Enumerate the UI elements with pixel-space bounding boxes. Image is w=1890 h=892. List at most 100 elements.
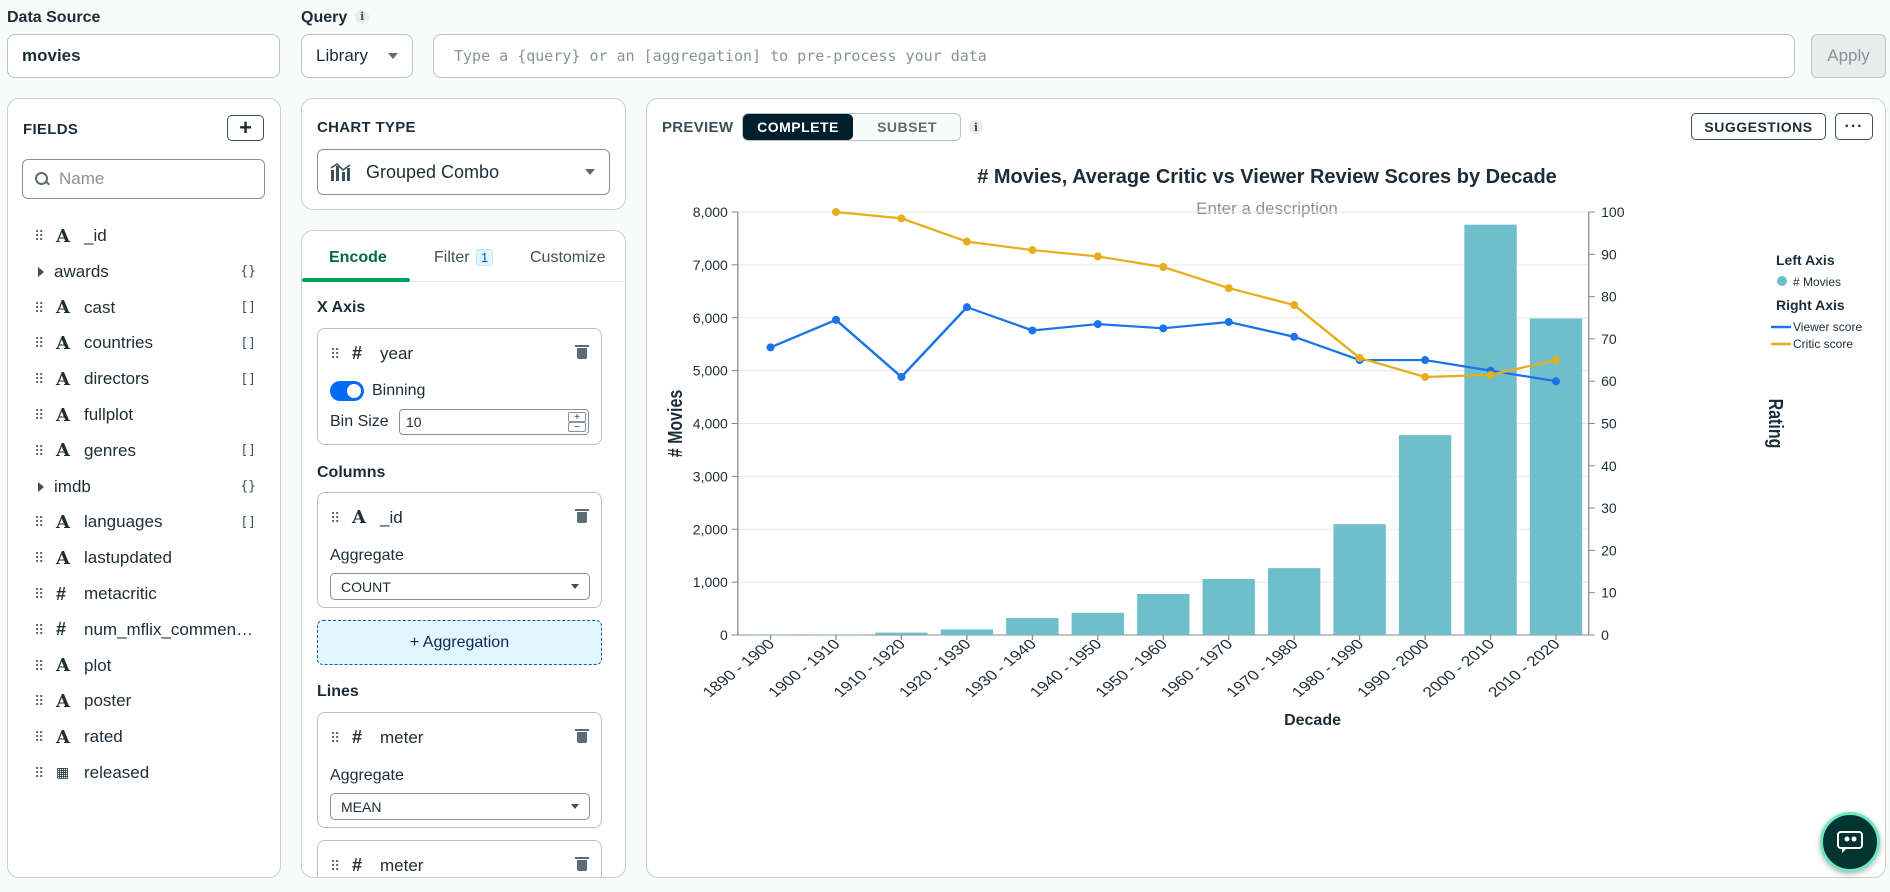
- field-name: num_mflix_commen…: [84, 619, 254, 639]
- drag-handle-icon[interactable]: ⠿: [34, 408, 44, 422]
- info-icon[interactable]: i: [355, 9, 370, 24]
- query-placeholder: Type a {query} or an [aggregation] to pr…: [454, 47, 987, 65]
- expand-arrow-icon[interactable]: [38, 266, 44, 277]
- number-type-icon: #: [56, 583, 67, 604]
- legend-right-title: Right Axis: [1776, 297, 1845, 313]
- stepper-down-icon[interactable]: −: [568, 422, 586, 433]
- drag-handle-icon[interactable]: ⠿: [34, 336, 44, 350]
- y-tick-label: 6,000: [693, 310, 728, 326]
- query-input[interactable]: Type a {query} or an [aggregation] to pr…: [433, 34, 1795, 78]
- string-type-icon: A: [352, 507, 366, 528]
- point-viewer-score: [766, 343, 775, 352]
- column-aggregate-value: COUNT: [341, 578, 391, 595]
- column-field-chip[interactable]: ⠿ A _id: [330, 507, 403, 528]
- field-item[interactable]: ⠿ Aplot: [34, 653, 264, 679]
- stepper-up-icon[interactable]: +: [568, 412, 586, 423]
- field-item[interactable]: ⠿ Agenres []: [34, 438, 264, 464]
- point-critic-score: [1551, 356, 1560, 365]
- line2-field-chip[interactable]: ⠿ # meter: [330, 855, 423, 876]
- legend-label-viewer: Viewer score: [1793, 320, 1862, 334]
- line1-field-chip[interactable]: ⠿ # meter: [330, 727, 423, 748]
- trash-icon[interactable]: [575, 855, 589, 871]
- field-search-input[interactable]: Name: [22, 159, 265, 199]
- x-field-name: year: [380, 343, 414, 363]
- drag-handle-icon[interactable]: ⠿: [330, 347, 340, 361]
- add-field-button[interactable]: +: [227, 115, 264, 141]
- bar-movies: [1071, 612, 1124, 635]
- y-axis-title: # Movies: [664, 390, 686, 458]
- field-item[interactable]: imdb {}: [34, 474, 264, 500]
- field-item[interactable]: ⠿ Aposter: [34, 688, 264, 714]
- x-field-chip[interactable]: ⠿ # year: [330, 343, 413, 364]
- field-item[interactable]: ⠿ Alastupdated: [34, 545, 264, 571]
- trash-icon[interactable]: [575, 727, 589, 743]
- chat-assistant-button[interactable]: [1820, 812, 1880, 872]
- field-item[interactable]: ⠿ Afullplot: [34, 402, 264, 428]
- tab-filter[interactable]: Filter 1: [434, 249, 494, 267]
- field-item[interactable]: ⠿ Arated: [34, 724, 264, 750]
- tab-encode[interactable]: Encode: [329, 249, 387, 267]
- drag-handle-icon[interactable]: ⠿: [34, 766, 44, 780]
- drag-handle-icon[interactable]: ⠿: [34, 551, 44, 565]
- legend-label-movies: # Movies: [1793, 275, 1841, 289]
- bar-movies: [1398, 435, 1452, 635]
- line1-aggregate-select[interactable]: MEAN: [330, 793, 590, 820]
- string-type-icon: A: [56, 690, 70, 712]
- expand-arrow-icon[interactable]: [38, 481, 44, 492]
- drag-handle-icon[interactable]: ⠿: [34, 229, 44, 243]
- field-item[interactable]: awards {}: [34, 259, 264, 285]
- drag-handle-icon[interactable]: ⠿: [34, 730, 44, 744]
- point-critic-score: [1486, 370, 1495, 379]
- chart-type-panel: CHART TYPE Grouped Combo: [301, 98, 626, 210]
- field-item[interactable]: ⠿ Acountries []: [34, 330, 264, 356]
- y2-tick-label: 30: [1601, 500, 1617, 516]
- point-viewer-score: [1421, 356, 1430, 365]
- chevron-down-icon: [585, 169, 595, 175]
- y2-tick-label: 80: [1601, 289, 1617, 305]
- trash-icon[interactable]: [575, 507, 589, 523]
- trash-icon[interactable]: [575, 343, 589, 359]
- chart-type-select[interactable]: Grouped Combo: [317, 149, 610, 195]
- apply-button[interactable]: Apply: [1811, 34, 1886, 78]
- chat-icon: [1837, 831, 1863, 853]
- data-source-input[interactable]: movies: [7, 34, 280, 78]
- drag-handle-icon[interactable]: ⠿: [330, 511, 340, 525]
- field-name: metacritic: [84, 584, 157, 603]
- chart-type-title: CHART TYPE: [317, 119, 416, 136]
- drag-handle-icon[interactable]: ⠿: [34, 301, 44, 315]
- y2-tick-label: 90: [1601, 246, 1617, 262]
- drag-handle-icon[interactable]: ⠿: [34, 444, 44, 458]
- field-item[interactable]: ⠿ A _id: [34, 223, 264, 249]
- y2-tick-label: 70: [1601, 331, 1617, 347]
- query-mode-select[interactable]: Library: [301, 34, 413, 78]
- column-aggregate-select[interactable]: COUNT: [330, 573, 590, 600]
- bin-size-input[interactable]: 10 + −: [399, 409, 589, 435]
- field-item[interactable]: ⠿ # metacritic: [34, 581, 264, 607]
- field-item[interactable]: ⠿ Adirectors []: [34, 366, 264, 392]
- drag-handle-icon[interactable]: ⠿: [34, 515, 44, 529]
- field-name: imdb: [54, 476, 91, 496]
- y2-tick-label: 50: [1601, 416, 1617, 432]
- drag-handle-icon[interactable]: ⠿: [330, 859, 340, 873]
- drag-handle-icon[interactable]: ⠿: [330, 731, 340, 745]
- field-item[interactable]: ⠿ # num_mflix_commen…: [34, 617, 264, 643]
- bin-size-stepper[interactable]: + −: [568, 412, 586, 433]
- add-aggregation-button[interactable]: + Aggregation: [317, 620, 602, 665]
- tab-customize[interactable]: Customize: [530, 249, 606, 267]
- field-item[interactable]: ⠿ Acast []: [34, 295, 264, 321]
- y2-tick-label: 60: [1601, 373, 1617, 389]
- binning-toggle[interactable]: [330, 381, 364, 401]
- field-item[interactable]: ⠿ Alanguages []: [34, 509, 264, 535]
- encode-tabs: Encode Filter 1 Customize: [302, 231, 625, 282]
- line-viewer-score: [769, 305, 1557, 383]
- drag-handle-icon[interactable]: ⠿: [34, 623, 44, 637]
- y-tick-label: 2,000: [693, 521, 728, 537]
- drag-handle-icon[interactable]: ⠿: [34, 587, 44, 601]
- drag-handle-icon[interactable]: ⠿: [34, 659, 44, 673]
- point-viewer-score: [831, 315, 840, 324]
- active-tab-indicator: [302, 278, 410, 282]
- field-type-badge: {}: [240, 264, 256, 280]
- field-item[interactable]: ⠿ ▦ released: [34, 760, 264, 786]
- drag-handle-icon[interactable]: ⠿: [34, 372, 44, 386]
- drag-handle-icon[interactable]: ⠿: [34, 694, 44, 708]
